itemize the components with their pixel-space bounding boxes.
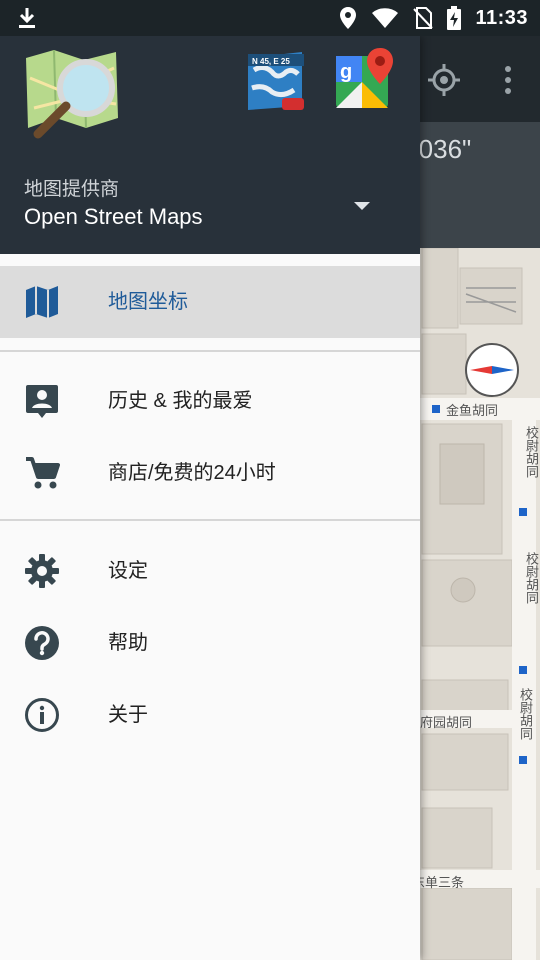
info-icon [25,698,59,732]
menu-item-help[interactable]: 帮助 [0,607,420,679]
street-label: 校尉胡同 [524,426,539,478]
street-label: 校尉胡同 [518,688,533,740]
menu-item-label: 历史 & 我的最爱 [108,390,253,412]
street-label: 校尉胡同 [524,552,539,604]
osm-logo-icon [26,49,118,139]
dropdown-arrow-icon [354,202,370,210]
provider-value[interactable]: Open Street Maps [24,204,203,230]
cart-icon [26,457,60,489]
provider-label: 地图提供商 [24,179,120,200]
globe-badge-text: N 45, E 25 [252,57,290,66]
menu-item-about[interactable]: 关于 [0,679,420,751]
account-box-icon [26,385,58,418]
menu-item-label: 地图坐标 [108,291,188,313]
menu-item-settings[interactable]: 设定 [0,535,420,607]
menu-item-store[interactable]: 商店/免费的24小时 [0,437,420,509]
status-bar: 11:33 [0,0,540,36]
street-label: 金鱼胡同 [446,403,499,418]
gear-icon [25,554,59,588]
menu-item-map-coordinates[interactable]: 地图坐标 [0,266,420,338]
svg-text:g: g [340,61,352,83]
street-label: 府园胡同 [420,715,473,730]
download-icon [19,8,35,28]
gps-target-icon[interactable] [426,62,462,98]
status-time: 11:33 [475,6,528,29]
no-sim-icon [413,7,434,29]
wifi-icon [372,8,399,28]
help-icon [25,626,59,660]
map-icon [26,286,58,318]
menu-item-history-favorites[interactable]: 历史 & 我的最爱 [0,365,420,437]
location-icon [340,7,357,29]
globe-coordinates-icon[interactable]: N 45, E 25 [244,50,306,112]
menu-item-label: 帮助 [108,632,148,654]
navigation-drawer: N 45, E 25 g 地图提供商 Open Street Maps 地图坐标 [0,36,420,960]
divider [0,519,420,521]
battery-charging-icon [447,6,462,30]
provider-dropdown-button[interactable] [350,194,374,218]
menu-item-label: 关于 [108,704,148,726]
google-maps-icon[interactable]: g [336,48,394,110]
divider [0,350,420,352]
menu-item-label: 商店/免费的24小时 [108,462,276,484]
drawer-header: N 45, E 25 g 地图提供商 Open Street Maps [0,36,420,254]
more-vert-icon[interactable] [496,62,520,98]
menu-item-label: 设定 [108,560,148,582]
